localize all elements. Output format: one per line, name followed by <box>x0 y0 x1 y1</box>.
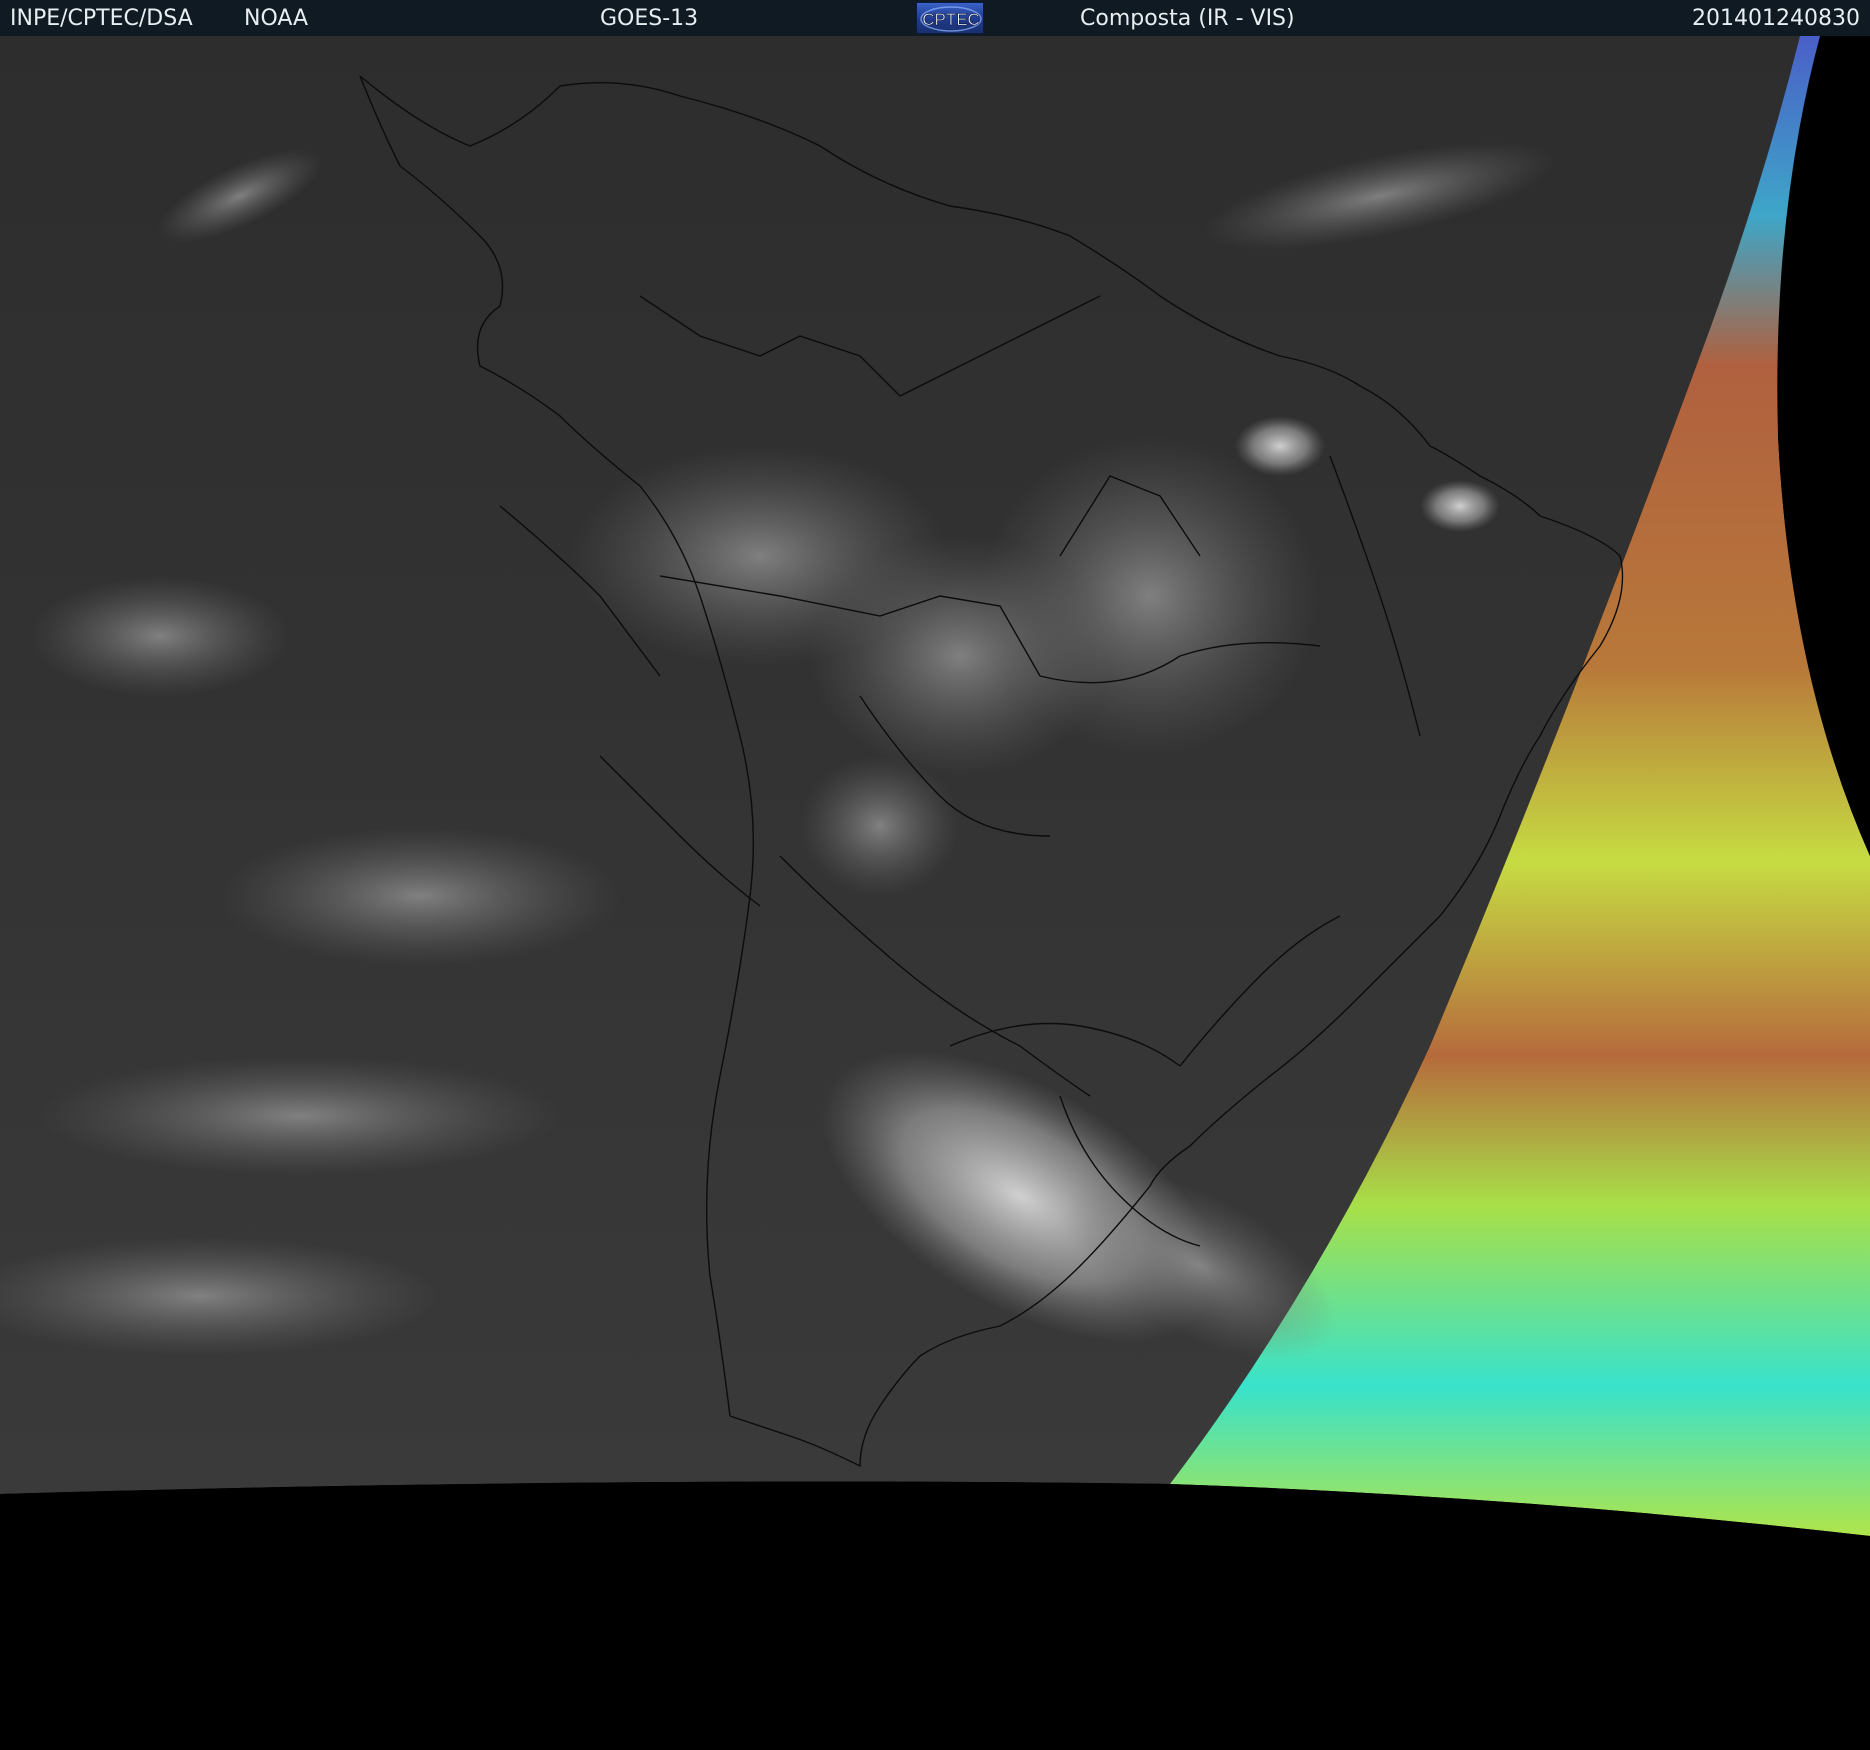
agency-label: NOAA <box>244 6 309 31</box>
image-header-bar: INPE/CPTEC/DSA NOAA GOES-13 CPTEC Compos… <box>0 0 1870 36</box>
space-south <box>0 1481 1870 1750</box>
product-label: Composta (IR - VIS) <box>1080 6 1295 31</box>
timestamp-label: 201401240830 <box>1692 6 1860 31</box>
satellite-map-graphic <box>0 36 1870 1750</box>
satellite-image-page: INPE/CPTEC/DSA NOAA GOES-13 CPTEC Compos… <box>0 0 1870 1750</box>
cptec-logo-text: CPTEC <box>922 10 980 29</box>
satellite-label: GOES-13 <box>600 6 699 31</box>
cptec-logo-graphic: CPTEC <box>920 6 982 32</box>
organization-label: INPE/CPTEC/DSA <box>10 6 193 31</box>
cptec-logo: CPTEC <box>916 2 984 34</box>
satellite-map <box>0 36 1870 1750</box>
